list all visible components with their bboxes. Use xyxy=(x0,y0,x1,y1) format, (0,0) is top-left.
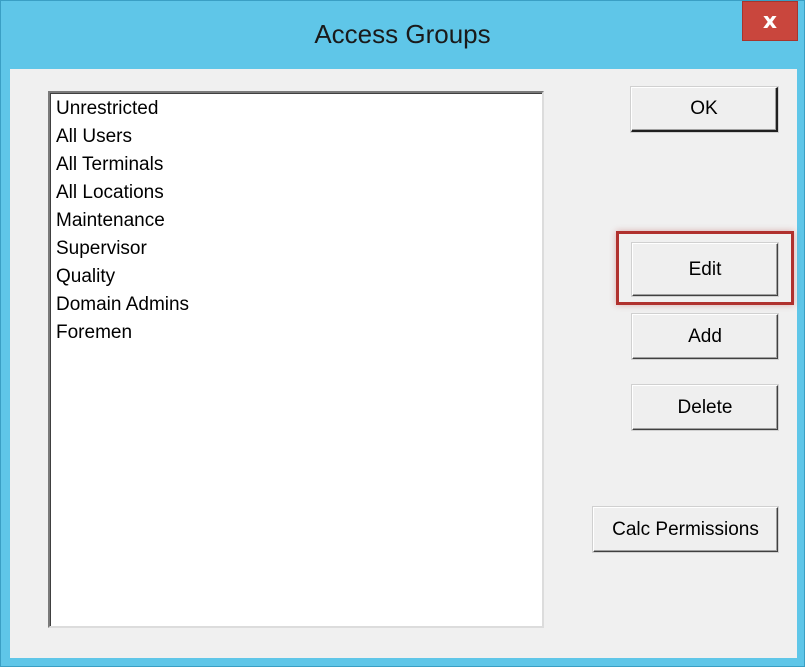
edit-button[interactable]: Edit xyxy=(632,243,778,296)
list-item[interactable]: Quality xyxy=(56,263,542,291)
list-item[interactable]: Supervisor xyxy=(56,235,542,263)
calc-permissions-button[interactable]: Calc Permissions xyxy=(593,507,778,552)
list-item[interactable]: Domain Admins xyxy=(56,291,542,319)
access-groups-window: Access Groups x Unrestricted All Users A… xyxy=(0,0,805,667)
close-icon: x xyxy=(762,8,778,34)
delete-button[interactable]: Delete xyxy=(632,385,778,430)
title-bar[interactable]: Access Groups x xyxy=(1,1,804,71)
list-item[interactable]: Foremen xyxy=(56,319,542,347)
access-groups-list[interactable]: Unrestricted All Users All Terminals All… xyxy=(48,91,544,628)
list-item[interactable]: Maintenance xyxy=(56,207,542,235)
window-title: Access Groups xyxy=(314,19,491,49)
list-item[interactable]: All Locations xyxy=(56,179,542,207)
close-button[interactable]: x xyxy=(742,1,798,41)
list-item[interactable]: All Terminals xyxy=(56,151,542,179)
add-button[interactable]: Add xyxy=(632,314,778,359)
dialog-client-area: Unrestricted All Users All Terminals All… xyxy=(10,69,797,658)
ok-button[interactable]: OK xyxy=(631,87,778,132)
list-item[interactable]: All Users xyxy=(56,123,542,151)
list-item[interactable]: Unrestricted xyxy=(56,95,542,123)
